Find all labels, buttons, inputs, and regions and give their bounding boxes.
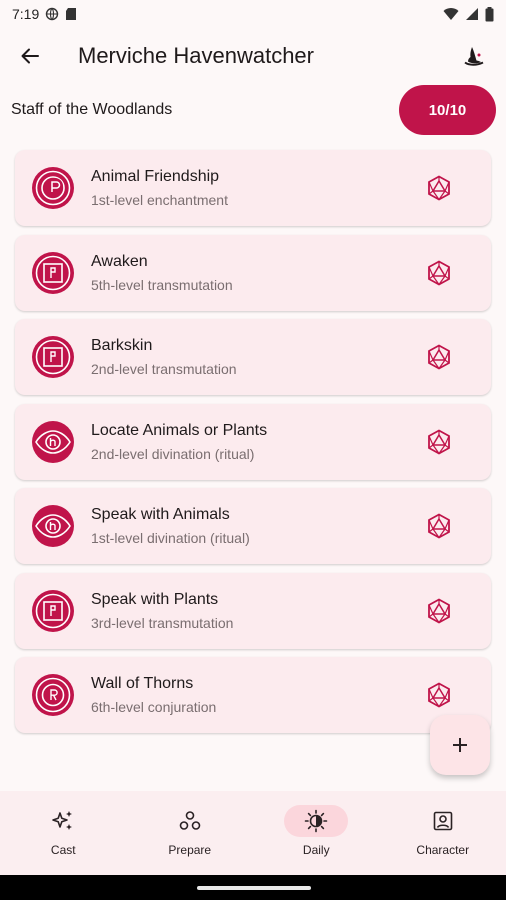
spell-card[interactable]: Animal Friendship 1st-level enchantment — [15, 150, 491, 226]
spell-level-school: 5th-level transmutation — [91, 276, 233, 293]
sparkles-icon — [52, 811, 73, 830]
cast-spell-button[interactable] — [415, 418, 463, 466]
cast-spell-button[interactable] — [415, 249, 463, 297]
transmutation-icon — [32, 251, 74, 294]
spell-level-school: 2nd-level transmutation — [91, 361, 237, 377]
divination-icon — [32, 420, 74, 463]
signal-icon — [466, 8, 478, 20]
nav-item-prepare[interactable]: Prepare — [127, 791, 254, 875]
spell-card[interactable]: Wall of Thorns 6th-level conjuration — [15, 657, 491, 733]
home-handle[interactable] — [197, 886, 311, 890]
spell-name: Awaken — [91, 252, 148, 270]
divination-icon — [32, 505, 74, 547]
battery-icon — [485, 6, 494, 21]
spell-name: Speak with Plants — [91, 590, 219, 608]
status-bar: 7:19 — [0, 0, 506, 28]
nav-item-character[interactable]: Character — [380, 791, 506, 875]
spell-list: Animal Friendship 1st-level enchantment … — [15, 150, 491, 742]
day-night-icon — [304, 809, 328, 833]
item-header: Staff of the Woodlands 10/10 — [0, 84, 506, 136]
spell-card[interactable]: Locate Animals or Plants 2nd-level divin… — [15, 403, 491, 480]
spell-level-school: 1st-level enchantment — [91, 192, 228, 208]
conjuration-icon — [32, 674, 74, 716]
transmutation-icon — [32, 589, 74, 632]
spell-level-school: 1st-level divination (ritual) — [91, 530, 250, 546]
spell-name: Speak with Animals — [91, 506, 230, 523]
spell-level-school: 3rd-level transmutation — [91, 614, 234, 631]
cast-spell-button[interactable] — [415, 164, 463, 212]
d20-icon — [428, 513, 450, 539]
wifi-icon — [443, 8, 459, 20]
nav-label: Character — [416, 843, 470, 857]
circles-icon — [179, 811, 201, 830]
nav-item-cast[interactable]: Cast — [0, 791, 127, 875]
add-spell-button[interactable] — [430, 715, 490, 775]
d20-icon — [428, 344, 450, 370]
spell-name: Locate Animals or Plants — [91, 421, 268, 439]
d20-icon — [428, 682, 450, 708]
d20-icon — [428, 428, 450, 455]
nav-label: Prepare — [168, 843, 212, 857]
cast-spell-button[interactable] — [415, 587, 463, 635]
cast-spell-button[interactable] — [415, 502, 463, 550]
magic-item-name: Staff of the Woodlands — [11, 101, 173, 118]
charges-button[interactable]: 10/10 — [399, 85, 496, 135]
globe-icon — [46, 7, 59, 21]
enchantment-icon — [32, 167, 74, 209]
d20-icon — [428, 597, 450, 624]
d20-icon — [428, 259, 450, 286]
character-class-button[interactable] — [450, 32, 498, 80]
spell-card[interactable]: Awaken 5th-level transmutation — [15, 234, 491, 311]
back-button[interactable] — [2, 28, 58, 84]
plus-icon — [453, 738, 467, 752]
spell-card[interactable]: Speak with Animals 1st-level divination … — [15, 488, 491, 564]
bottom-navigation: Cast Prepare Daily Character — [0, 791, 506, 875]
nav-item-daily[interactable]: Daily — [253, 791, 380, 875]
spell-card[interactable]: Barkskin 2nd-level transmutation — [15, 319, 491, 395]
spell-name: Wall of Thorns — [91, 675, 194, 692]
spell-level-school: 6th-level conjuration — [91, 699, 217, 715]
wizard-hat-icon — [464, 47, 484, 66]
sd-card-icon — [66, 8, 77, 20]
d20-icon — [428, 175, 450, 201]
page-title: Merviche Havenwatcher — [78, 43, 314, 68]
spell-name: Animal Friendship — [91, 168, 220, 185]
gesture-bar — [0, 875, 506, 900]
nav-label: Daily — [302, 843, 330, 857]
status-time: 7:19 — [12, 6, 40, 22]
cast-spell-button[interactable] — [415, 333, 463, 381]
cast-spell-button[interactable] — [415, 671, 463, 719]
transmutation-icon — [32, 336, 74, 378]
spell-name: Barkskin — [91, 337, 153, 354]
character-portrait-icon — [433, 811, 453, 831]
spell-level-school: 2nd-level divination (ritual) — [91, 445, 255, 462]
nav-label: Cast — [50, 843, 76, 857]
spell-card[interactable]: Speak with Plants 3rd-level transmutatio… — [15, 572, 491, 649]
arrow-back-icon — [21, 48, 39, 64]
app-bar: Merviche Havenwatcher — [0, 28, 506, 84]
